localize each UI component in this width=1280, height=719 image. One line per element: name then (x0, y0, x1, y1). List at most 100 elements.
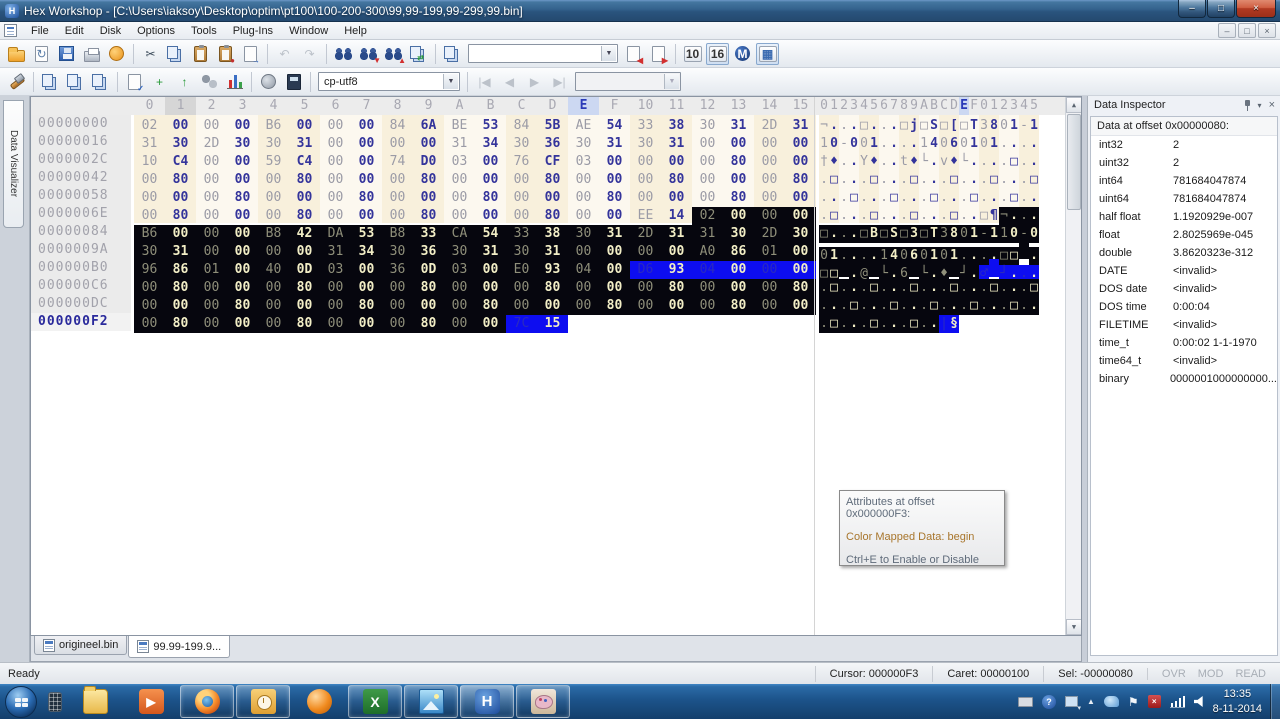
window-popup-tray-icon[interactable] (1065, 696, 1078, 707)
find-icon[interactable] (332, 43, 355, 65)
menu-item-options[interactable]: Options (129, 23, 183, 39)
compare-icon[interactable] (39, 71, 62, 93)
inspector-row[interactable]: DOS date<invalid> (1091, 280, 1277, 298)
intel-byte-order-icon[interactable]: ▦ (756, 43, 779, 65)
undo-icon[interactable]: ↶ (273, 43, 296, 65)
ascii-char[interactable]: □ (829, 315, 839, 333)
inspector-row[interactable]: half float1.1920929e-007 (1091, 208, 1277, 226)
inspector-row[interactable]: binary0000001000000000... (1091, 370, 1277, 388)
combo-arrow-icon[interactable]: ▼ (601, 46, 616, 61)
ascii-char[interactable]: . (889, 315, 899, 333)
mdi-close-button[interactable]: × (1258, 23, 1276, 38)
inspector-row[interactable]: uint322 (1091, 154, 1277, 172)
pin-icon[interactable] (1244, 100, 1251, 111)
inspector-row[interactable]: time_t0:00:02 1-1-1970 (1091, 334, 1277, 352)
bookmark-combo[interactable]: ▼ (575, 72, 681, 91)
ascii-char[interactable]: . (859, 315, 869, 333)
inspector-row[interactable]: int64781684047874 (1091, 172, 1277, 190)
checksum-icon[interactable]: ✓ (123, 71, 146, 93)
replace-icon[interactable]: ⇄ (407, 43, 430, 65)
taskbar-button-paint[interactable] (516, 685, 570, 718)
compare-next-icon[interactable] (64, 71, 87, 93)
taskbar-button-media-player[interactable]: ▶ (124, 685, 178, 718)
ascii-char[interactable] (1019, 241, 1029, 259)
motorola-byte-order-icon[interactable]: M (731, 43, 754, 65)
calculator-icon[interactable] (282, 71, 305, 93)
document-tab[interactable]: 99.99-199.9... (128, 636, 230, 658)
chevron-down-icon[interactable]: ▾ (1258, 101, 1262, 110)
menu-item-tools[interactable]: Tools (183, 23, 225, 39)
close-button[interactable]: × (1236, 0, 1276, 18)
taskbar-button-photo-viewer[interactable] (404, 685, 458, 718)
mdi-restore-button[interactable]: □ (1238, 23, 1256, 38)
taskbar-clock[interactable]: 13:35 8-11-2014 (1213, 687, 1262, 716)
insert-icon[interactable]: → (239, 43, 262, 65)
open-file-icon[interactable] (5, 43, 28, 65)
export-icon[interactable]: ↻ (30, 43, 53, 65)
print-icon[interactable] (80, 43, 103, 65)
menu-item-window[interactable]: Window (281, 23, 336, 39)
hex-byte[interactable]: 80 (413, 315, 444, 333)
keyboard-tray-icon[interactable] (1018, 697, 1033, 707)
ascii-char[interactable]: . (849, 315, 859, 333)
ascii-char[interactable]: . (879, 315, 889, 333)
ascii-char[interactable] (869, 259, 879, 277)
ascii-char[interactable]: . (839, 315, 849, 333)
menu-item-help[interactable]: Help (336, 23, 375, 39)
volume-tray-icon[interactable] (1194, 696, 1207, 707)
inspector-row[interactable]: time64_t<invalid> (1091, 352, 1277, 370)
cut-icon[interactable]: ✂ (139, 43, 162, 65)
find-next-icon[interactable]: ▼ (357, 43, 380, 65)
structures-icon[interactable] (5, 71, 28, 93)
radix-hex-icon[interactable]: 16 (706, 43, 729, 65)
ascii-char[interactable]: □ (909, 315, 919, 333)
vertical-scrollbar[interactable]: ▲ ▼ (1065, 97, 1081, 635)
taskbar-button-launcher-ball[interactable] (292, 685, 346, 718)
radix-decimal-icon[interactable]: 10 (681, 43, 704, 65)
inspector-row[interactable]: DATE<invalid> (1091, 262, 1277, 280)
ascii-char[interactable]: □ (869, 315, 879, 333)
taskbar-button-excel[interactable] (348, 685, 402, 718)
paste-icon[interactable] (189, 43, 212, 65)
hex-byte[interactable]: 00 (475, 315, 506, 333)
scroll-thumb[interactable] (1067, 114, 1081, 210)
hex-byte[interactable]: 00 (227, 315, 258, 333)
goto-first-icon[interactable]: |◀ (473, 71, 496, 93)
menu-item-disk[interactable]: Disk (92, 23, 129, 39)
ascii-char[interactable] (909, 259, 919, 277)
redo-icon[interactable]: ↷ (298, 43, 321, 65)
action-center-flag-icon[interactable]: ⚑ (1128, 695, 1139, 709)
goto-prev-icon[interactable]: ◀ (622, 43, 645, 65)
bookmark-add-icon[interactable]: ↑ (173, 71, 196, 93)
data-visualizer-tab[interactable]: Data Visualizer (3, 100, 24, 228)
preferences-icon[interactable] (257, 71, 280, 93)
hex-byte[interactable]: 00 (320, 315, 351, 333)
scroll-up-arrow[interactable]: ▲ (1066, 97, 1082, 113)
statistics-icon[interactable] (223, 71, 246, 93)
ascii-char[interactable]: | (939, 315, 949, 333)
compare-prev-icon[interactable] (89, 71, 112, 93)
find-value-combo[interactable]: ▼ (468, 44, 618, 63)
ascii-char[interactable]: . (899, 315, 909, 333)
ascii-char[interactable] (839, 259, 849, 277)
ascii-char[interactable] (949, 259, 959, 277)
find-all-icon[interactable]: + (148, 71, 171, 93)
close-panel-icon[interactable]: × (1269, 99, 1275, 111)
hex-byte[interactable]: 00 (258, 315, 289, 333)
document-tab[interactable]: origineel.bin (34, 636, 127, 655)
hex-byte[interactable]: 00 (444, 315, 475, 333)
inspector-row[interactable]: FILETIME<invalid> (1091, 316, 1277, 334)
options-icon[interactable] (105, 43, 128, 65)
inspector-row[interactable]: uint64781684047874 (1091, 190, 1277, 208)
show-hidden-icons-button[interactable]: ▲ (1087, 697, 1095, 706)
menu-item-edit[interactable]: Edit (57, 23, 92, 39)
copy-icon[interactable] (164, 43, 187, 65)
operations-icon[interactable] (198, 71, 221, 93)
help-tray-icon[interactable]: ? (1042, 695, 1056, 709)
goto-next2-icon[interactable]: ▶ (523, 71, 546, 93)
save-icon[interactable] (55, 43, 78, 65)
copy-selection-icon[interactable] (441, 43, 464, 65)
inspector-row[interactable]: double3.8620323e-312 (1091, 244, 1277, 262)
taskbar-button-quick-launch-grid[interactable] (44, 685, 66, 718)
goto-last-icon[interactable]: ▶| (548, 71, 571, 93)
